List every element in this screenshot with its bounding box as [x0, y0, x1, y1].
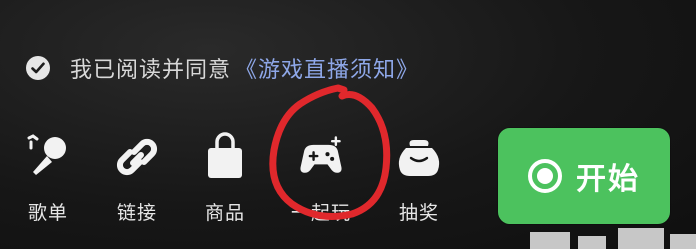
watermark-block: [618, 228, 664, 249]
toolbar-item-play-together[interactable]: 一起玩: [286, 126, 356, 226]
shopping-bag-icon: [199, 126, 251, 188]
link-icon: [111, 126, 163, 188]
gift-pouch-icon: [393, 126, 445, 188]
start-button[interactable]: 开始: [498, 128, 670, 224]
toolbar-label: 一起玩: [290, 202, 351, 224]
start-button-label: 开始: [576, 162, 640, 197]
toolbar-item-goods[interactable]: 商品: [190, 126, 260, 226]
agreement-text: 我已阅读并同意: [70, 58, 232, 83]
toolbar-label: 歌单: [27, 202, 68, 224]
toolbar-item-playlist[interactable]: 歌单: [13, 126, 83, 226]
watermark-block: [530, 232, 570, 249]
toolbar-item-lottery[interactable]: 抽奖: [384, 126, 454, 226]
toolbar-label: 链接: [116, 202, 157, 224]
agreement-link[interactable]: 《游戏直播须知》: [235, 52, 419, 84]
watermark-block: [578, 236, 606, 249]
checkmark-icon[interactable]: [26, 56, 50, 80]
record-icon: [528, 159, 562, 193]
toolbar-label: 商品: [204, 202, 245, 224]
toolbar-item-link[interactable]: 链接: [102, 126, 172, 226]
watermark-block: [670, 234, 696, 249]
microphone-icon: [22, 126, 74, 188]
agreement-row[interactable]: 我已阅读并同意 《游戏直播须知》: [26, 52, 419, 84]
gamepad-plus-icon: [295, 126, 347, 188]
toolbar-label: 抽奖: [398, 202, 439, 224]
